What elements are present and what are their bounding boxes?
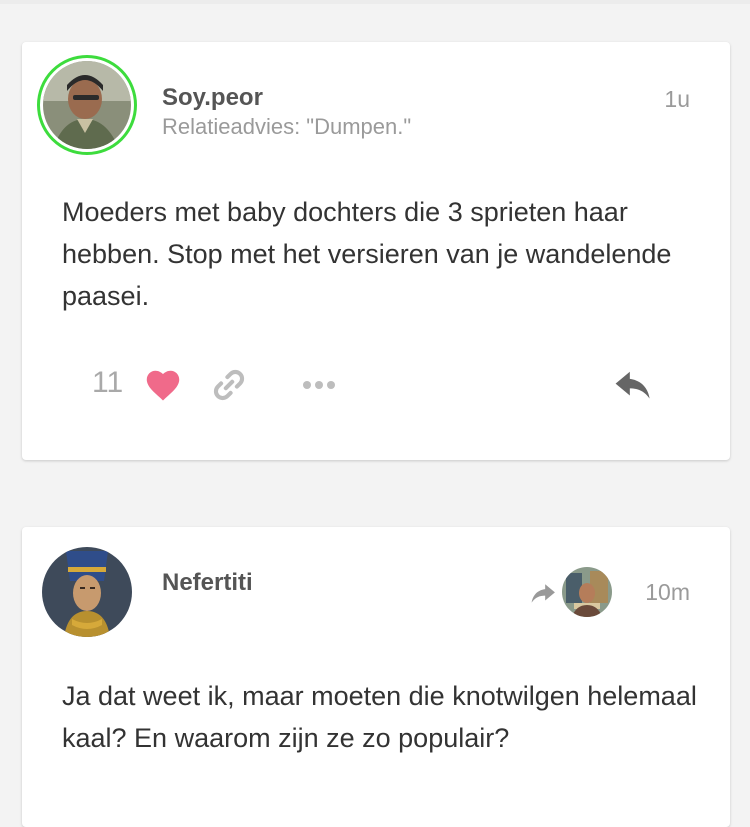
avatar-image: [42, 547, 132, 637]
post-actions: 11: [22, 362, 730, 412]
avatar[interactable]: [42, 547, 132, 637]
user-subtitle: Relatieadvies: "Dumpen.": [162, 114, 412, 139]
avatar-image: [43, 61, 131, 149]
top-divider: [0, 0, 750, 4]
post-card[interactable]: Nefertiti 10m Ja dat weet ik, maar moete…: [22, 527, 730, 827]
avatar[interactable]: [37, 55, 137, 155]
avatar-image: [562, 567, 612, 617]
timestamp: 10m: [645, 579, 690, 605]
username[interactable]: Soy.peor: [162, 84, 263, 112]
more-icon[interactable]: [302, 380, 336, 390]
post-text: Moeders met baby dochters die 3 sprieten…: [62, 197, 672, 311]
post-card[interactable]: Soy.peor Relatieadvies: "Dumpen." 1u Moe…: [22, 42, 730, 460]
reply-to-indicator[interactable]: [530, 567, 620, 619]
reply-icon[interactable]: [614, 370, 652, 402]
timestamp: 1u: [664, 86, 690, 112]
like-count[interactable]: 11: [92, 366, 123, 400]
avatar: [562, 567, 612, 617]
heart-icon[interactable]: [144, 368, 182, 402]
link-icon[interactable]: [210, 366, 248, 404]
share-arrow-icon: [531, 584, 555, 603]
post-text: Ja dat weet ik, maar moeten die knotwilg…: [62, 681, 697, 753]
username[interactable]: Nefertiti: [162, 569, 253, 597]
